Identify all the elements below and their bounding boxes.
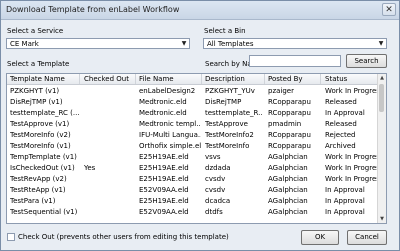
table-row[interactable]: testtemplate_RC (... Medtronic.eld testt… [7,108,379,119]
window-title: Download Template from enLabel Workflow [6,5,180,14]
column-header-status[interactable]: Status [325,75,347,83]
ok-button[interactable]: OK [301,230,339,245]
checkout-checkbox[interactable] [7,233,15,241]
bin-label: Select a Bin [204,27,246,35]
checkout-label: Check Out (prevents other users from edi… [18,233,229,241]
search-button[interactable]: Search [346,54,387,68]
table-row[interactable]: TestMoreInfo (v2) IFU-Multi Langua... Te… [7,130,379,141]
table-header: Template Name Checked Out File Name Desc… [7,74,379,85]
table-row[interactable]: TestMoreInfo (v1) Orthofix simple.eld Te… [7,141,379,152]
scroll-down-icon[interactable]: ▼ [378,215,386,223]
table-row[interactable]: TestPara (v1) E25H19AE.eld dcadca AGalph… [7,196,379,207]
scroll-up-icon[interactable]: ▲ [378,74,386,82]
table-row[interactable]: TestSequential (v1) E52V09AA.eld dtdfs A… [7,207,379,218]
table-row[interactable]: TestApprove (v1) Medtronic templ... Test… [7,119,379,130]
table-row[interactable]: DisRejTMP (v1) Medtronic.eld DisRejTMP R… [7,97,379,108]
table-row[interactable]: TestRteApp (v1) E52V09AA.eld cvsdv AGalp… [7,185,379,196]
template-table: Template Name Checked Out File Name Desc… [6,73,387,224]
service-value: CE Mark [10,40,39,48]
service-label: Select a Service [7,27,64,35]
title-bar: Download Template from enLabel Workflow … [1,1,399,20]
column-header-file-name[interactable]: File Name [139,75,174,83]
bin-select[interactable]: All Templates ▼ [203,38,387,49]
table-row[interactable]: TestRevApp (v2) E25H19AE.eld cvsdv AGalp… [7,174,379,185]
table-row[interactable]: PZKGHYT (v1) enLabelDesign2 PZKGHYT_YUv … [7,86,379,97]
chevron-down-icon: ▼ [181,40,187,47]
table-row[interactable]: TempTemplate (v1) E25H19AE.eld vsvs AGal… [7,152,379,163]
scrollbar-thumb[interactable] [379,84,384,112]
search-input[interactable] [249,55,341,67]
column-header-template-name[interactable]: Template Name [10,75,65,83]
vertical-scrollbar[interactable]: ▲ ▼ [377,74,386,223]
service-select[interactable]: CE Mark ▼ [6,38,190,49]
bin-value: All Templates [207,40,254,48]
close-button[interactable]: ✕ [382,3,396,16]
cancel-button[interactable]: Cancel [347,230,387,245]
template-label: Select a Template [7,60,70,68]
download-template-dialog: Download Template from enLabel Workflow … [0,0,400,251]
chevron-down-icon: ▼ [378,40,384,47]
column-header-posted-by[interactable]: Posted By [268,75,303,83]
column-header-checked-out[interactable]: Checked Out [84,75,129,83]
column-header-description[interactable]: Description [205,75,245,83]
table-row[interactable]: IsCheckedOut (v1) Yes E25H19AE.eld dzdad… [7,163,379,174]
